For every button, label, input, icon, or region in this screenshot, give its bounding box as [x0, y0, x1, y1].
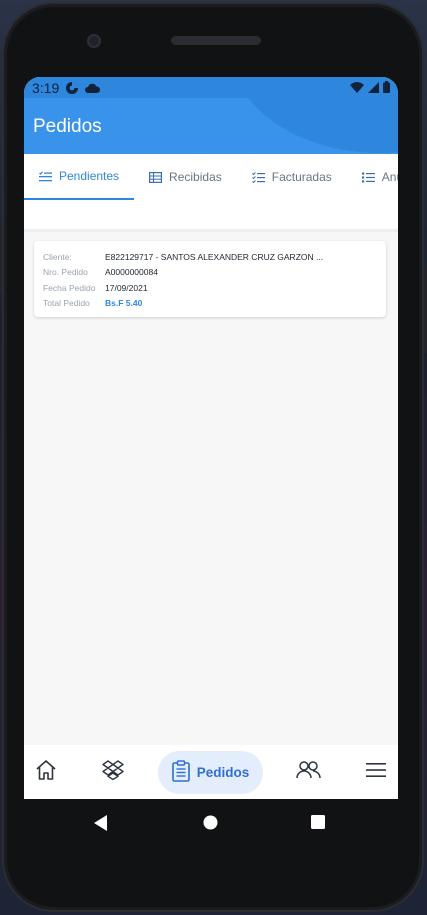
table-icon	[149, 171, 163, 183]
app-bar: Pedidos	[24, 98, 398, 154]
tab-label: Anuladas	[381, 170, 398, 184]
order-number-value: A0000000084	[105, 267, 158, 278]
home-icon	[35, 759, 57, 786]
earpiece-speaker	[171, 36, 261, 45]
order-card[interactable]: Cliente: E822129717 - SANTOS ALEXANDER C…	[34, 241, 386, 317]
tab-bar: Pendientes Recibidas Facturadas Anuladas	[24, 154, 398, 200]
clipboard-icon	[171, 760, 190, 785]
order-client-row: Cliente: E822129717 - SANTOS ALEXANDER C…	[43, 249, 386, 265]
nav-dropbox[interactable]	[101, 759, 125, 785]
order-total-label: Total Pedido	[43, 298, 90, 309]
list-icon	[361, 172, 375, 183]
home-button[interactable]	[203, 815, 218, 835]
page-title: Pedidos	[33, 116, 102, 137]
client-value: E822129717 - SANTOS ALEXANDER CRUZ GARZO…	[105, 251, 324, 262]
tab-label: Facturadas	[271, 170, 332, 184]
cloud-icon	[85, 83, 101, 93]
nav-clientes[interactable]	[295, 760, 321, 784]
order-total-row: Total Pedido Bs.F 5.40	[43, 296, 386, 312]
menu-icon	[366, 762, 386, 783]
nav-home[interactable]	[34, 759, 58, 786]
tab-pendientes[interactable]: Pendientes	[24, 154, 135, 200]
front-camera	[87, 34, 101, 48]
status-bar: 3:19	[24, 77, 398, 98]
order-date-row: Fecha Pedido 17/09/2021	[43, 280, 386, 296]
tab-recibidas[interactable]: Recibidas	[134, 154, 237, 200]
order-number-label: Nro. Pedido	[43, 267, 88, 278]
back-button[interactable]	[94, 815, 108, 836]
nav-menu[interactable]	[365, 761, 387, 783]
order-total-value: Bs.F 5.40	[105, 298, 143, 309]
home-circle-icon	[203, 815, 218, 834]
users-icon	[295, 760, 321, 785]
power-button	[0, 224, 2, 294]
client-label: Cliente:	[43, 251, 72, 262]
android-navigation-bar	[24, 799, 398, 845]
battery-icon	[383, 80, 390, 96]
tab-content-header	[24, 200, 398, 232]
back-triangle-icon	[94, 815, 108, 835]
data-saver-icon	[65, 81, 79, 95]
order-date-label: Fecha Pedido	[43, 282, 96, 293]
order-date-value: 17/09/2021	[105, 282, 148, 293]
checklist-icon	[251, 171, 265, 183]
dropbox-icon	[102, 759, 124, 785]
list-check-icon	[39, 170, 52, 182]
signal-icon	[368, 80, 379, 96]
recents-square-icon	[311, 815, 325, 833]
nav-pedidos[interactable]: Pedidos	[158, 751, 263, 794]
status-time: 3:19	[32, 79, 60, 96]
app-screen: 3:19 Pedidos Pendientes Recibidas Factur…	[24, 77, 398, 799]
order-number-row: Nro. Pedido A0000000084	[43, 265, 386, 281]
app-bar-decoration	[229, 98, 398, 153]
nav-pedidos-label: Pedidos	[196, 765, 250, 780]
recents-button[interactable]	[311, 815, 325, 834]
bottom-navigation: Pedidos	[24, 745, 398, 799]
tab-facturadas[interactable]: Facturadas	[237, 154, 347, 200]
tab-anuladas[interactable]: Anuladas	[347, 154, 398, 200]
tab-label: Recibidas	[169, 170, 222, 184]
wifi-icon	[350, 80, 364, 96]
tab-label: Pendientes	[59, 169, 120, 183]
